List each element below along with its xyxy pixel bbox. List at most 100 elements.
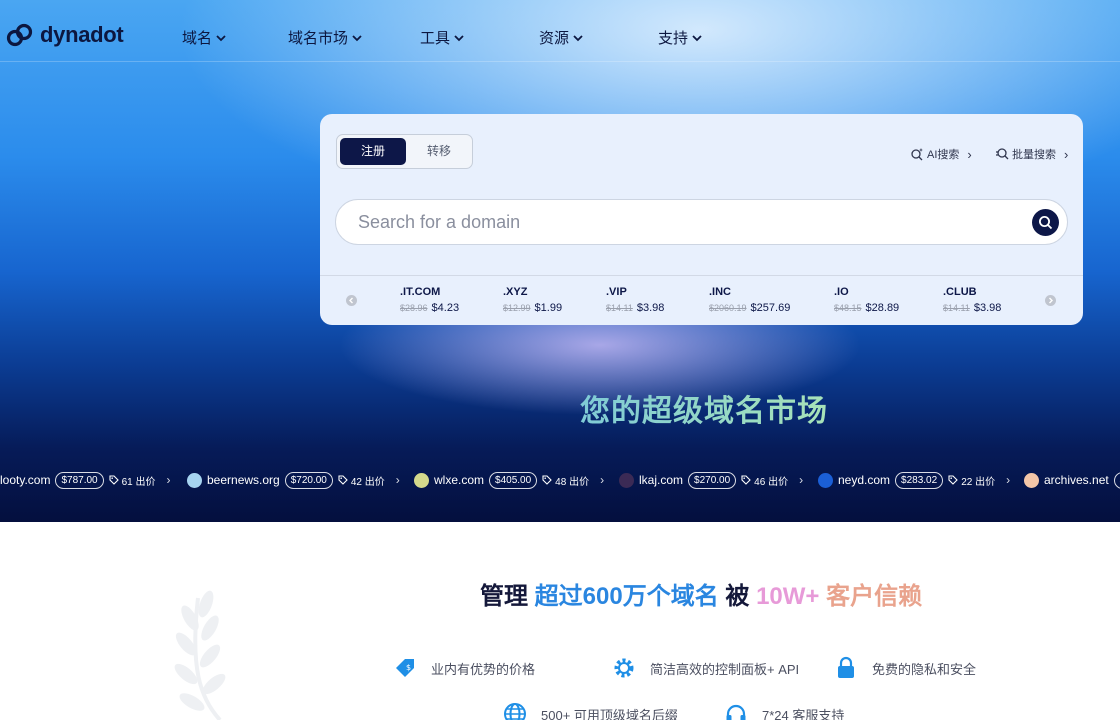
tld-next-arrow[interactable] <box>1045 295 1056 306</box>
ticker-item[interactable]: neyd.com $283.02 22 出价 › <box>818 468 1010 492</box>
ticker-item[interactable]: beernews.org $720.00 42 出价 › <box>187 468 400 492</box>
tld-prev-arrow[interactable] <box>346 295 357 306</box>
ticker-item[interactable]: archives.net $2 <box>1024 468 1120 492</box>
top-navigation: dynadot 域名 域名市场 工具 资源 支持 <box>0 0 1120 62</box>
domain-avatar <box>818 472 833 488</box>
ticker-bids-label: 22 出价 <box>961 476 996 488</box>
chevron-right-icon <box>1049 297 1053 304</box>
tld-item[interactable]: .XYZ $12.99 $1.99 <box>503 286 562 314</box>
feature-label: 500+ 可用顶级域名后缀 <box>541 707 678 720</box>
chevron-down-icon <box>692 34 702 41</box>
ticker-domain: archives.net <box>1044 473 1109 487</box>
headline-part: 被 <box>725 583 750 610</box>
ticker-bids: 61 出价 <box>109 473 156 488</box>
tag-icon <box>338 475 348 485</box>
feature-tlds: 500+ 可用顶级域名后缀 <box>503 702 678 720</box>
tld-name: .IT.COM <box>400 286 441 298</box>
tld-price-list: .IT.COM $28.96 $4.23 .XYZ $12.99 $1.99 .VI… <box>320 275 1083 325</box>
ticker-domain: looty.com <box>0 473 51 487</box>
trust-headline: 管理 超过600万个域名 被 10W+ 客户信赖 <box>480 576 922 611</box>
tld-item[interactable]: .IO $48.15 $28.89 <box>834 286 899 314</box>
chevron-right-icon: › <box>166 473 171 487</box>
domain-avatar <box>1024 472 1039 488</box>
feature-pricing: $ 业内有优势的价格 <box>393 656 535 680</box>
nav-item-resources[interactable]: 资源 <box>539 27 584 48</box>
ticker-domain: neyd.com <box>838 473 891 487</box>
tld-old-price: $14.11 <box>606 303 633 313</box>
chevron-down-icon <box>573 34 583 41</box>
ticker-bids: 22 出价 <box>948 473 995 488</box>
tld-item[interactable]: .INC $2060.19 $257.69 <box>709 286 790 314</box>
tag-icon <box>741 475 751 485</box>
ticker-bids-label: 61 出价 <box>121 476 156 488</box>
headline-part: 管理 <box>480 583 528 610</box>
feature-label: 免费的隐私和安全 <box>872 661 977 677</box>
feature-label: 简洁高效的控制面板+ API <box>650 661 800 677</box>
svg-text:$: $ <box>406 663 411 672</box>
logo[interactable]: dynadot <box>6 22 124 48</box>
tld-price: $3.98 <box>636 302 665 314</box>
price-tag-icon: $ <box>396 659 414 677</box>
ticker-item[interactable]: wlxe.com $405.00 48 出价 › <box>414 468 604 492</box>
ticker-bids: 42 出价 <box>338 473 385 488</box>
auction-ticker: looty.com $787.00 61 出价 › beernews.org $… <box>0 468 1120 492</box>
tab-register[interactable]: 注册 <box>340 138 406 165</box>
bulk-search-label: 批量搜索 <box>1012 149 1056 161</box>
feature-label: 业内有优势的价格 <box>431 661 536 677</box>
nav-item-domains[interactable]: 域名 <box>182 27 227 48</box>
search-icon <box>1039 216 1053 230</box>
ai-search-icon <box>911 148 923 161</box>
hero-section: dynadot 域名 域名市场 工具 资源 支持 注册 转移 AI搜索 › 批量… <box>0 0 1120 522</box>
ticker-price: $787.00 <box>55 471 104 489</box>
nav-label: 域名市场 <box>288 30 349 47</box>
ticker-price: $405.00 <box>489 471 538 489</box>
nav-item-marketplace[interactable]: 域名市场 <box>288 27 363 48</box>
tld-old-price: $2060.19 <box>709 303 747 313</box>
tag-icon <box>542 475 552 485</box>
ticker-bids-label: 46 出价 <box>754 476 789 488</box>
chevron-right-icon: › <box>600 473 605 487</box>
tld-name: .IO <box>834 286 849 298</box>
hero-slogan: 您的超级域名市场 <box>580 386 828 430</box>
tld-price: $28.89 <box>865 302 900 314</box>
tab-transfer[interactable]: 转移 <box>408 138 470 165</box>
tld-name: .CLUB <box>943 286 977 298</box>
nav-label: 域名 <box>182 30 213 47</box>
domain-avatar <box>414 472 429 488</box>
nav-label: 支持 <box>658 30 689 47</box>
tld-name: .VIP <box>606 286 627 298</box>
chevron-down-icon <box>216 34 226 41</box>
gear-icon <box>614 658 634 678</box>
headline-highlight: 超过600万个域名 <box>534 583 719 610</box>
search-button[interactable] <box>1032 209 1059 236</box>
ticker-bids: 46 出价 <box>741 473 788 488</box>
nav-item-support[interactable]: 支持 <box>658 27 703 48</box>
ticker-item[interactable]: lkaj.com $270.00 46 出价 › <box>619 468 803 492</box>
tld-item[interactable]: .IT.COM $28.96 $4.23 <box>400 286 459 314</box>
tld-item[interactable]: .VIP $14.11 $3.98 <box>606 286 664 314</box>
ticker-domain: beernews.org <box>207 473 280 487</box>
ticker-domain: wlxe.com <box>434 473 485 487</box>
nav-item-tools[interactable]: 工具 <box>420 27 465 48</box>
chevron-down-icon <box>352 34 362 41</box>
ticker-bids-label: 48 出价 <box>555 476 590 488</box>
tag-icon <box>109 475 119 485</box>
bulk-search-icon <box>996 148 1009 160</box>
tld-old-price: $14.11 <box>943 303 970 313</box>
tld-item[interactable]: .CLUB $14.11 $3.98 <box>943 286 1001 314</box>
tld-price: $1.99 <box>534 302 563 314</box>
chevron-right-icon: › <box>799 473 804 487</box>
bulk-search-link[interactable]: 批量搜索 › <box>995 146 1068 162</box>
tld-old-price: $28.96 <box>400 303 428 313</box>
laurel-decoration-icon <box>174 590 226 720</box>
domain-avatar <box>619 472 634 488</box>
ticker-price: $720.00 <box>284 471 333 489</box>
nav-label: 工具 <box>420 30 451 47</box>
ticker-item[interactable]: looty.com $787.00 61 出价 › <box>0 468 171 492</box>
feature-control-panel: 简洁高效的控制面板+ API <box>612 656 799 680</box>
ai-search-link[interactable]: AI搜索 › <box>910 146 972 162</box>
chevron-down-icon <box>454 34 464 41</box>
headline-highlight: 10W+ <box>756 583 820 610</box>
feature-privacy: 免费的隐私和安全 <box>834 656 976 680</box>
domain-search-input[interactable] <box>358 200 1008 244</box>
